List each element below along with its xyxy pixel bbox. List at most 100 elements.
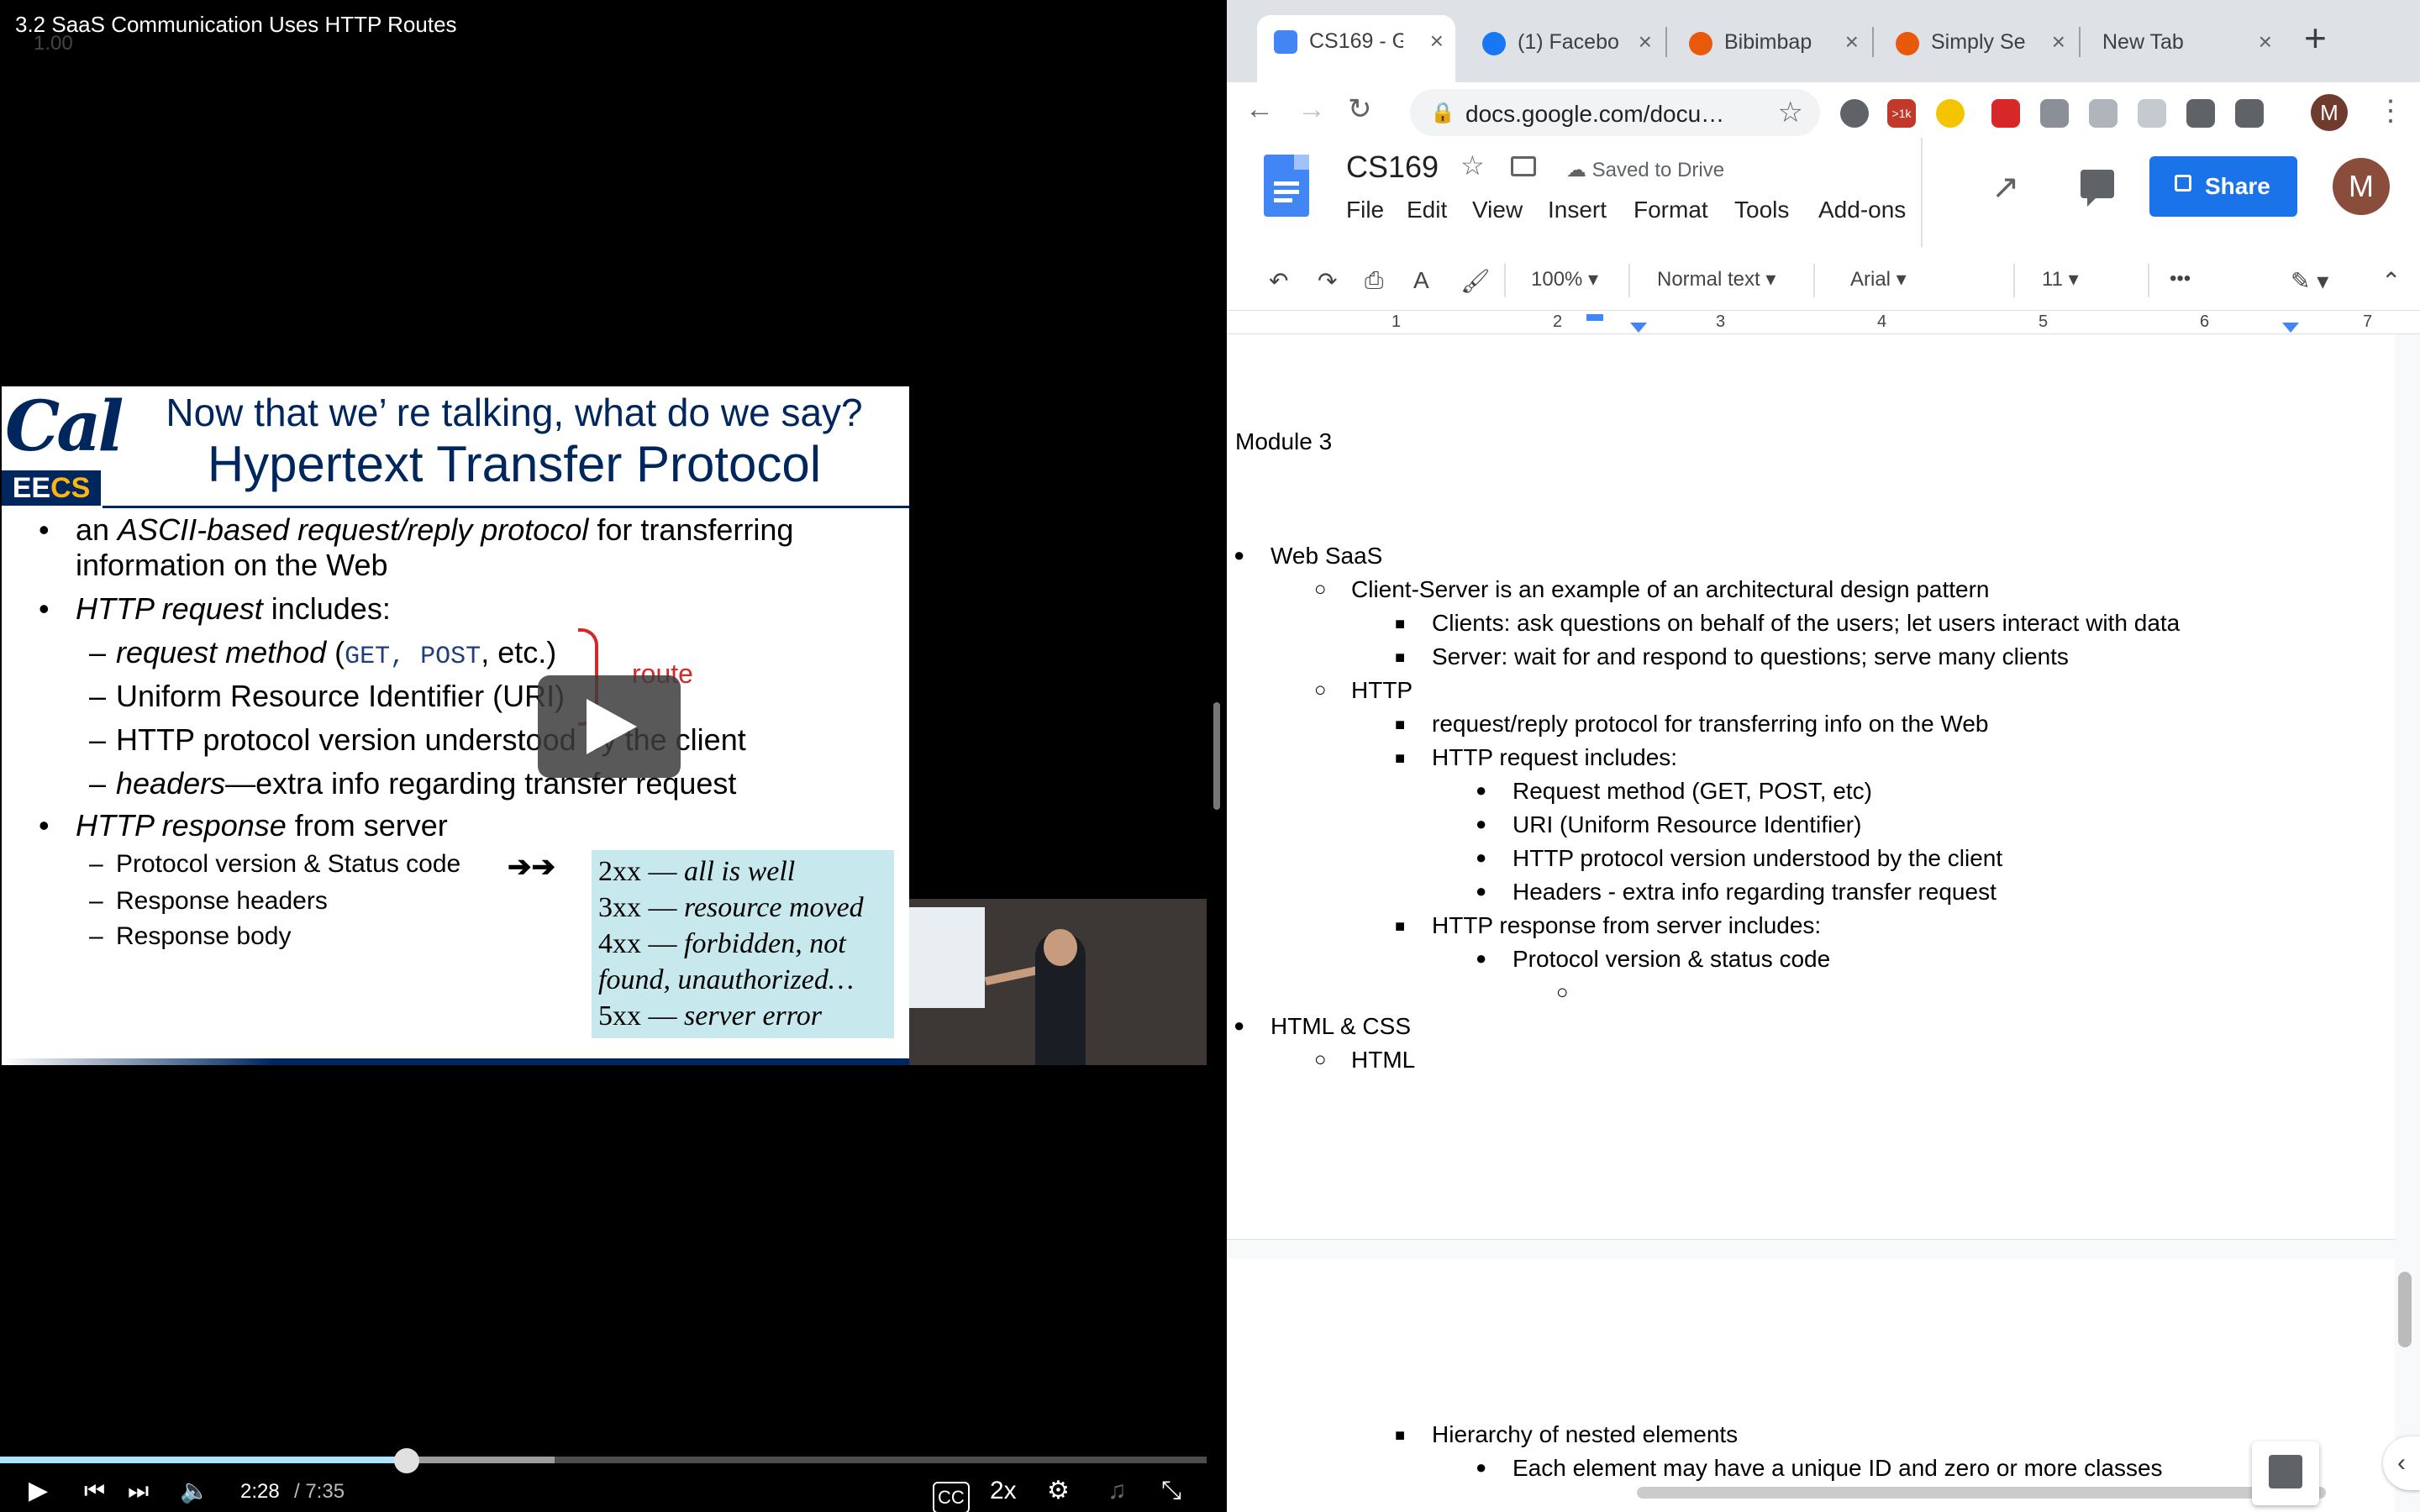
new-tab-button[interactable]: +	[2304, 15, 2327, 60]
volume-icon[interactable]: 🔈	[180, 1478, 209, 1504]
menu-file[interactable]: File	[1346, 197, 1384, 223]
outline-item[interactable]: URI (Uniform Resource Identifier)	[1512, 811, 1861, 838]
outline-item[interactable]: Client-Server is an example of an archit…	[1351, 576, 1990, 603]
menu-insert[interactable]: Insert	[1548, 197, 1607, 223]
print-icon[interactable]: ⎙	[1365, 267, 1383, 295]
move-folder-icon[interactable]	[1511, 156, 1536, 176]
outline-item[interactable]: HTML & CSS	[1270, 1013, 1411, 1040]
outline-item[interactable]: Protocol version & status code	[1512, 946, 1830, 973]
font-select[interactable]: Arial ▾	[1850, 267, 1907, 291]
outline-item[interactable]: Hierarchy of nested elements	[1432, 1421, 1738, 1448]
star-icon[interactable]: ☆	[1460, 150, 1485, 181]
document-page[interactable]: Module 3 ● Web SaaS ○ Client-Server is an e…	[1227, 334, 2395, 1240]
extensions-puzzle-icon[interactable]	[2186, 99, 2215, 128]
editing-mode-pencil-icon[interactable]: ✎ ▾	[2291, 267, 2328, 295]
right-indent-marker[interactable]	[2282, 323, 2299, 333]
extension-counter-icon[interactable]: >1k	[1887, 99, 1916, 128]
comments-icon[interactable]	[2081, 170, 2114, 207]
tab-bibimbap[interactable]: Bibimbap ×	[1672, 17, 1870, 67]
google-docs-logo-icon[interactable]	[1264, 155, 1309, 217]
doc-vertical-scrollbar[interactable]	[2398, 1272, 2412, 1347]
account-avatar[interactable]: M	[2333, 158, 2390, 215]
menu-format[interactable]: Format	[1634, 197, 1708, 223]
doc-horizontal-scrollbar[interactable]	[1637, 1487, 2326, 1499]
document-page[interactable]: ■ Hierarchy of nested elements ● Each eleme…	[1227, 1258, 2395, 1512]
exit-fullscreen-icon[interactable]: ⤡	[1161, 1478, 1181, 1504]
tab-simply[interactable]: Simply Se ×	[1879, 17, 2077, 67]
close-icon[interactable]: ×	[1430, 15, 1444, 67]
omnibox[interactable]: 🔒 docs.google.com/docu… ☆	[1410, 89, 1820, 136]
settings-gear-icon[interactable]: ⚙	[1047, 1478, 1070, 1504]
playback-rate-button[interactable]: 2x	[990, 1478, 1017, 1504]
first-line-indent-marker[interactable]	[1586, 314, 1603, 321]
skip-forward-icon[interactable]: ⏭	[128, 1478, 149, 1504]
share-button[interactable]: Share	[2149, 156, 2297, 217]
big-play-button[interactable]	[538, 675, 681, 778]
tab-facebook[interactable]: (1) Facebo ×	[1465, 17, 1664, 67]
paint-format-icon[interactable]: 🖌	[1460, 267, 1491, 295]
outline-item[interactable]: request/reply protocol for transferring …	[1432, 711, 1989, 738]
chrome-menu-icon[interactable]: ⋮	[2376, 94, 2405, 128]
close-icon[interactable]: ×	[2052, 17, 2065, 67]
split-divider[interactable]	[1207, 0, 1227, 1512]
extension-timer-icon[interactable]	[1936, 99, 1965, 128]
reading-list-icon[interactable]	[2235, 99, 2264, 128]
seek-handle[interactable]	[393, 1448, 419, 1473]
outline-item[interactable]: Request method (GET, POST, etc)	[1512, 778, 1872, 805]
left-indent-marker[interactable]	[1630, 323, 1647, 333]
outline-item[interactable]: HTTP protocol version understood by the …	[1512, 845, 2002, 872]
seek-bar[interactable]	[0, 1448, 1207, 1473]
menu-edit[interactable]: Edit	[1407, 197, 1447, 223]
style-select[interactable]: Normal text ▾	[1657, 267, 1776, 291]
slide-footer-bar	[2, 1058, 909, 1065]
close-icon[interactable]: ×	[1639, 17, 1652, 67]
menu-tools[interactable]: Tools	[1734, 197, 1789, 223]
divider-grip[interactable]	[1213, 702, 1220, 810]
activity-trend-icon[interactable]: ↗	[1991, 168, 2020, 207]
outline-item[interactable]: Clients: ask questions on behalf of the …	[1432, 610, 2180, 637]
tab-docs[interactable]: CS169 - G ×	[1257, 15, 1455, 82]
captions-button[interactable]: CC	[933, 1482, 970, 1512]
undo-icon[interactable]: ↶	[1269, 267, 1288, 295]
profile-avatar[interactable]: M	[2311, 94, 2348, 131]
outline-item[interactable]: Each element may have a unique ID and ze…	[1512, 1455, 2163, 1482]
audio-track-icon[interactable]: ♫	[1107, 1478, 1127, 1504]
font-size-select[interactable]: 11 ▾	[2042, 267, 2079, 291]
menu-addons[interactable]: Add-ons	[1818, 197, 1906, 223]
extension-discord-icon[interactable]	[1840, 99, 1869, 128]
tab-new-tab[interactable]: New Tab ×	[2086, 17, 2284, 67]
menu-view[interactable]: View	[1472, 197, 1523, 223]
outline-item[interactable]: HTML	[1351, 1047, 1415, 1074]
outline-item[interactable]: Web SaaS	[1270, 543, 1382, 570]
outline-item[interactable]: Server: wait for and respond to question…	[1432, 643, 2069, 670]
bookmark-star-icon[interactable]: ☆	[1778, 96, 1803, 129]
zoom-select[interactable]: 100% ▾	[1531, 267, 1598, 291]
lock-icon: 🔒	[1430, 102, 1455, 124]
skip-back-icon[interactable]: ⏮	[84, 1478, 105, 1504]
more-tools-icon[interactable]: •••	[2170, 267, 2191, 291]
play-icon[interactable]: ▶	[29, 1478, 48, 1504]
close-icon[interactable]: ×	[1845, 17, 1859, 67]
document-title[interactable]: CS169	[1346, 150, 1439, 185]
video-player[interactable]: 3.2 SaaS Communication Uses HTTP Routes …	[0, 0, 1227, 1512]
extension-video-speed-icon[interactable]	[1991, 99, 2020, 128]
reload-icon[interactable]: ↻	[1348, 92, 1372, 126]
extension-translate-icon[interactable]	[2138, 99, 2166, 128]
extension-scissors-icon[interactable]	[2040, 99, 2069, 128]
redo-icon[interactable]: ↷	[1318, 267, 1337, 295]
collapse-chevron-icon[interactable]: ⌃	[2381, 267, 2401, 295]
outline-item[interactable]: HTTP	[1351, 677, 1413, 704]
close-icon[interactable]: ×	[2259, 17, 2272, 67]
extension-clipboard-icon[interactable]	[2089, 99, 2118, 128]
back-icon[interactable]: ←	[1245, 92, 1274, 126]
forward-icon[interactable]: →	[1297, 92, 1326, 126]
outline-item[interactable]: HTTP request includes:	[1432, 744, 1677, 771]
outline-item[interactable]: HTTP response from server includes:	[1432, 912, 1821, 939]
document-canvas[interactable]: Module 3 ● Web SaaS ○ Client-Server is an e…	[1227, 334, 2420, 1512]
explore-button[interactable]	[2252, 1441, 2319, 1505]
slide-bullet-3-sub3: Response body	[116, 922, 292, 950]
spellcheck-icon[interactable]: A	[1413, 267, 1429, 294]
ruler[interactable]: 1 2 3 4 5 6 7	[1227, 311, 2420, 334]
outline-item[interactable]: Headers - extra info regarding transfer …	[1512, 879, 1996, 906]
module-heading[interactable]: Module 3	[1235, 428, 1332, 455]
